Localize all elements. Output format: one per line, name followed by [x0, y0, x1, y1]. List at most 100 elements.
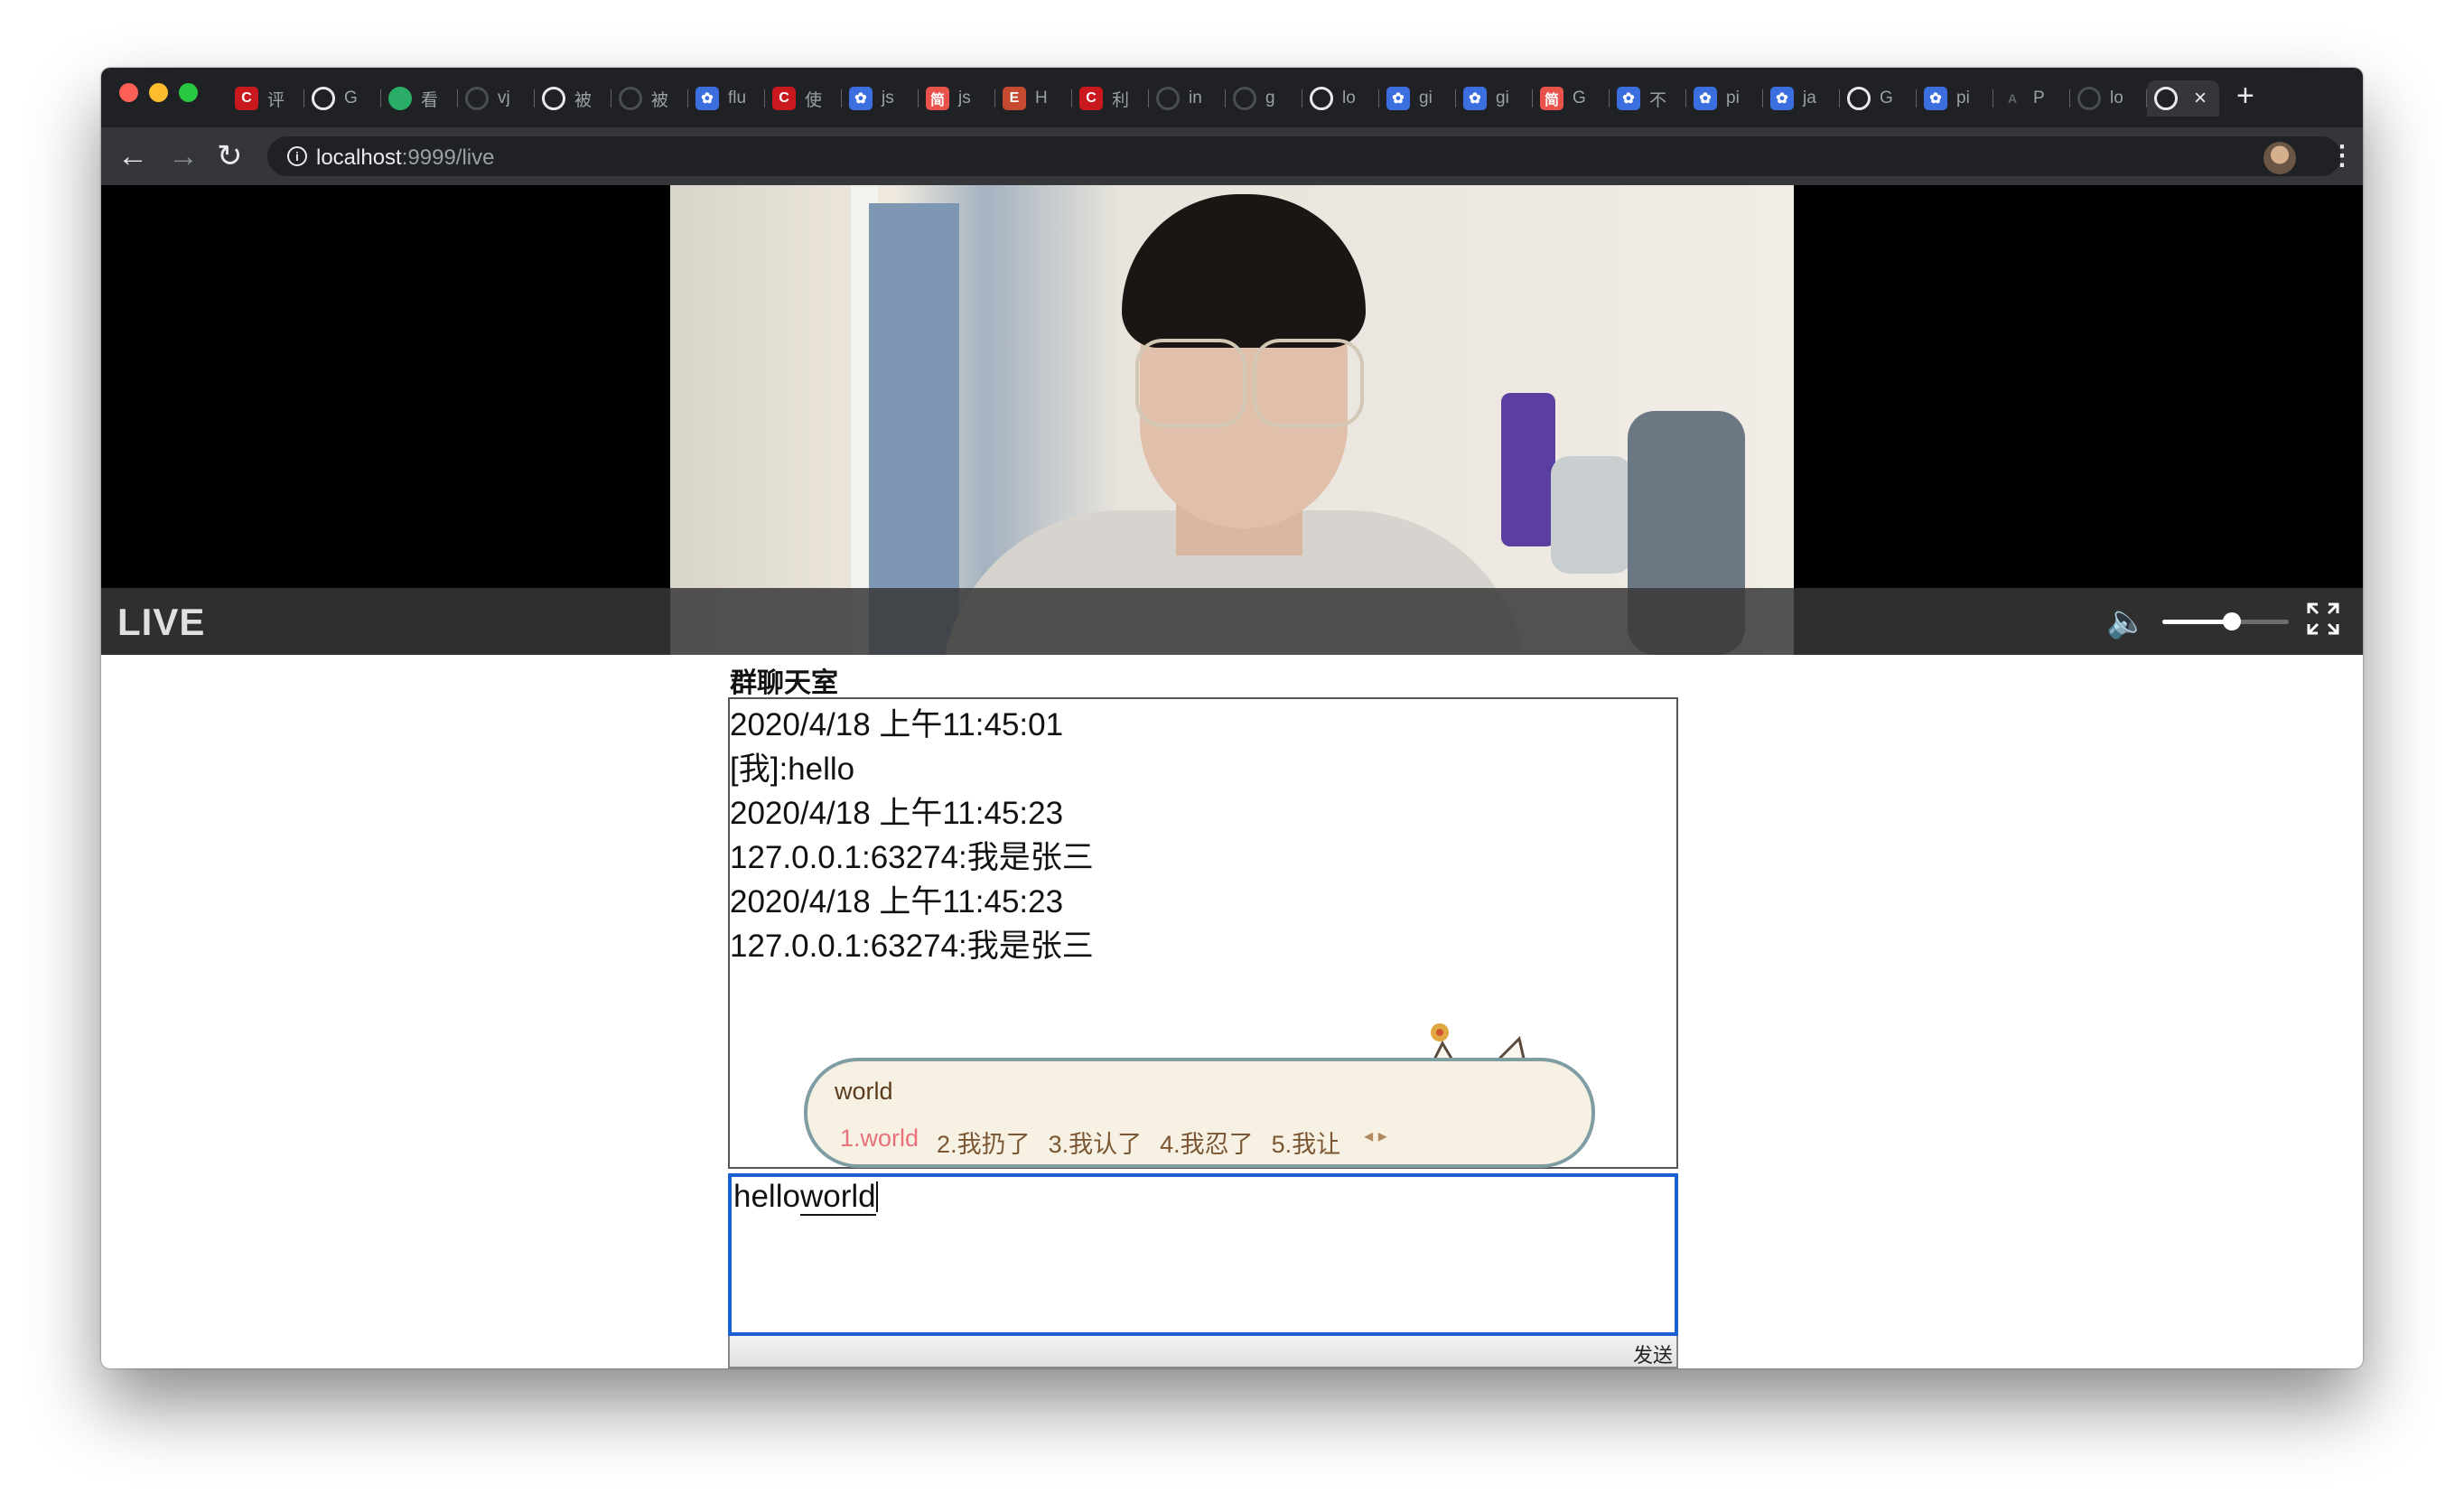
tab-title: js	[958, 89, 971, 107]
forward-button[interactable]: →	[168, 138, 199, 174]
ime-candidate[interactable]: 3.我认了	[1049, 1125, 1143, 1160]
globe-dim-icon	[1156, 87, 1180, 110]
background-door	[869, 203, 959, 655]
browser-tab[interactable]: lo	[1302, 80, 1379, 117]
csdn-icon: C	[1079, 87, 1103, 110]
zoom-window-button[interactable]	[179, 83, 198, 102]
browser-tab[interactable]: 简G	[1533, 80, 1610, 117]
player-control-bar: LIVE 🔈	[101, 588, 2363, 655]
browser-tab[interactable]: C评	[228, 80, 304, 117]
webcam-feed	[670, 185, 1794, 655]
ime-candidate[interactable]: 2.我扔了	[937, 1125, 1031, 1160]
browser-tab[interactable]: 被	[535, 80, 611, 117]
fullscreen-icon[interactable]	[2305, 601, 2341, 637]
globe-dim-icon	[619, 87, 642, 110]
chat-lines: 2020/4/18 上午11:45:01 [我]:hello 2020/4/18 上…	[730, 703, 1094, 968]
browser-tab[interactable]: g	[1226, 80, 1302, 117]
glasses-left-lens	[1135, 339, 1246, 427]
tab-title: G	[1880, 89, 1893, 107]
ime-candidate[interactable]: 4.我忍了	[1160, 1125, 1254, 1160]
browser-tab[interactable]: C利	[1072, 80, 1149, 117]
browser-tab[interactable]: 被	[611, 80, 688, 117]
volume-slider[interactable]	[2162, 612, 2289, 630]
chat-message-line: 127.0.0.1:63274:我是张三	[730, 840, 1094, 875]
chat-room-title: 群聊天室	[730, 668, 838, 698]
github-icon	[1847, 87, 1871, 110]
csdn-icon: C	[235, 87, 258, 110]
tab-title: js	[882, 89, 894, 107]
browser-tab[interactable]: ✿ gi	[1379, 80, 1456, 117]
baidu-icon: ✿	[1386, 87, 1410, 110]
browser-tab[interactable]: 简 js	[919, 80, 995, 117]
tab-title: g	[1265, 89, 1275, 107]
browser-tab[interactable]: ✿ js	[842, 80, 919, 117]
ime-candidate[interactable]: 1.world	[840, 1125, 919, 1160]
jianshu-icon: 简	[926, 87, 949, 110]
live-video-player[interactable]: LIVE 🔈	[101, 185, 2363, 655]
address-bar[interactable]: i localhost:9999/live ☆	[267, 136, 2341, 176]
new-tab-button[interactable]: +	[2236, 79, 2254, 114]
baidu-icon: ✿	[1770, 87, 1794, 110]
browser-window: C 评 G 看 vj 被被 ✿ flu C 使 ✿ js 简 js E H C 利 in g lo ✿ gi ✿ gi 简 G ✿ 不 ✿…	[101, 68, 2363, 1368]
browser-tab[interactable]: lo	[2070, 80, 2147, 117]
profile-avatar[interactable]	[2263, 142, 2296, 174]
csdn-icon: C	[772, 87, 796, 110]
back-button[interactable]: ←	[117, 138, 148, 174]
globe-icon	[1310, 87, 1333, 110]
baidu-icon: ✿	[1924, 87, 1947, 110]
ai-icon: A	[2001, 87, 2024, 110]
browser-tab[interactable]: ✿ pi	[1917, 80, 1993, 117]
browser-tab[interactable]: ✿ flu	[688, 80, 765, 117]
browser-tab[interactable]: 看	[381, 80, 458, 117]
browser-tab[interactable]: G	[304, 80, 381, 117]
volume-icon[interactable]: 🔈	[2106, 602, 2147, 640]
baidu-icon: ✿	[1463, 87, 1487, 110]
browser-tab[interactable]: G	[1840, 80, 1917, 117]
ime-candidate-window: world 1.world 2.我扔了 3.我认了 4.我忍了 5.我让 ◂ ▸	[804, 1058, 1595, 1168]
tab-title: H	[1035, 89, 1048, 107]
browser-tab[interactable]: AP	[1993, 80, 2070, 117]
chat-message-line: 2020/4/18 上午11:45:01	[730, 707, 1064, 742]
chat-message-line: 127.0.0.1:63274:我是张三	[730, 929, 1094, 964]
url-text[interactable]: localhost:9999/live	[316, 145, 494, 171]
chat-message-line: [我]:hello	[730, 752, 855, 787]
browser-tab-active[interactable]: ×	[2147, 80, 2219, 117]
browser-tab[interactable]: ✿ gi	[1456, 80, 1533, 117]
close-window-button[interactable]	[119, 83, 138, 102]
tab-title: 被	[651, 90, 669, 110]
jianshu-icon: 简	[1540, 87, 1563, 110]
browser-tab[interactable]: EH	[995, 80, 1072, 117]
send-button[interactable]: 发送	[1633, 1340, 1673, 1368]
globe-icon	[542, 87, 565, 110]
person-hair	[1122, 194, 1366, 348]
minimize-window-button[interactable]	[149, 83, 168, 102]
ime-typed-text: world	[835, 1078, 893, 1105]
e-icon: E	[1003, 87, 1026, 110]
message-input[interactable]: helloworld	[728, 1173, 1678, 1336]
ime-page-arrows-icon[interactable]: ◂ ▸	[1364, 1125, 1387, 1160]
tab-strip: C 评 G 看 vj 被被 ✿ flu C 使 ✿ js 简 js E H C 利 in g lo ✿ gi ✿ gi 简 G ✿ 不 ✿…	[101, 68, 2363, 127]
browser-tab[interactable]: in	[1149, 80, 1226, 117]
tab-title: P	[2033, 89, 2045, 107]
browser-tab[interactable]: C使	[765, 80, 842, 117]
browser-tab[interactable]: ✿ pi	[1686, 80, 1763, 117]
site-info-icon[interactable]: i	[287, 146, 307, 166]
browser-menu-icon[interactable]: ⋮	[2329, 140, 2356, 172]
chat-message-line: 2020/4/18 上午11:45:23	[730, 796, 1064, 831]
ime-candidate[interactable]: 5.我让	[1272, 1125, 1341, 1160]
tab-title: 看	[421, 90, 439, 110]
baidu-icon: ✿	[1617, 87, 1640, 110]
close-tab-icon[interactable]: ×	[2194, 86, 2207, 111]
wechat-icon	[388, 87, 412, 110]
tab-title: 利	[1112, 90, 1130, 110]
tab-title: in	[1189, 89, 1202, 107]
send-bar: 发送	[728, 1336, 1678, 1368]
browser-tab[interactable]: ✿ ja	[1763, 80, 1840, 117]
browser-tab[interactable]: vj	[458, 80, 535, 117]
tab-title: 不	[1649, 90, 1667, 110]
volume-knob[interactable]	[2223, 612, 2241, 630]
browser-tab[interactable]: ✿ 不	[1610, 80, 1686, 117]
input-committed-text: hello	[733, 1179, 800, 1214]
reload-button[interactable]: ↻	[217, 138, 243, 174]
tab-title: gi	[1496, 89, 1509, 107]
